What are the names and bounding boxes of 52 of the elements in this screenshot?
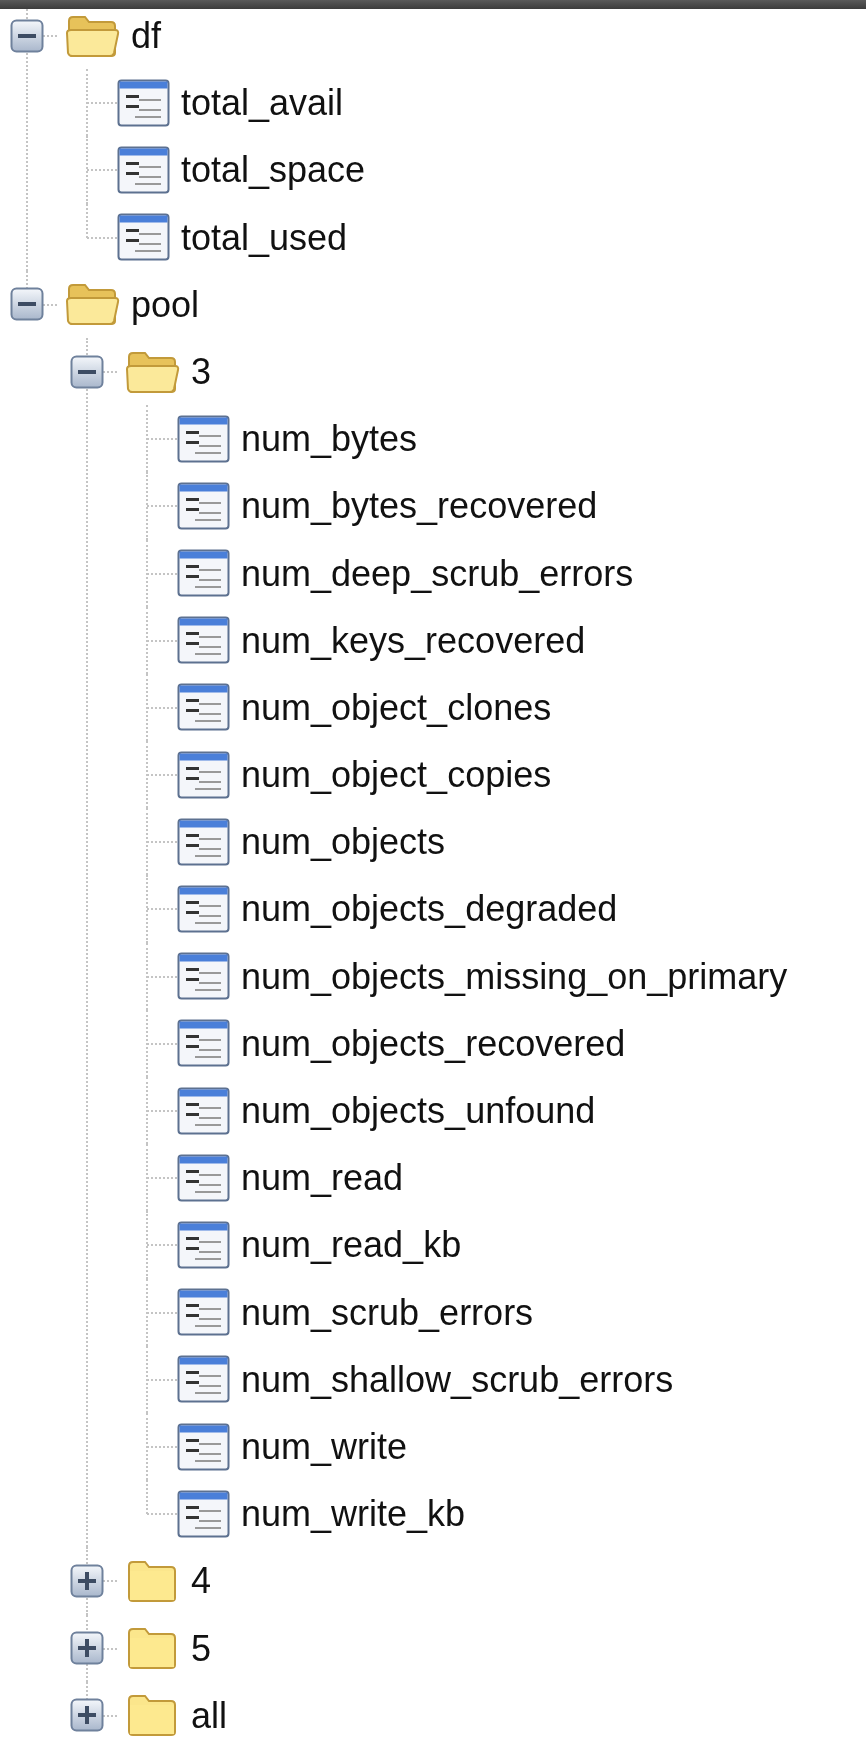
tree-item-label[interactable]: total_avail [181, 81, 344, 125]
tree-item-label[interactable]: num_objects_recovered [241, 1021, 626, 1065]
tree-item-label[interactable]: num_deep_scrub_errors [241, 551, 634, 595]
tree-item-label[interactable]: 3 [191, 349, 212, 394]
document-icon [177, 1422, 230, 1471]
tree-item-label[interactable]: 5 [191, 1626, 212, 1670]
tree-item-label[interactable]: num_bytes_recovered [241, 484, 598, 528]
tree-item-label[interactable]: num_bytes [241, 417, 418, 461]
tree-item-label[interactable]: num_read_kb [241, 1223, 462, 1267]
document-icon [177, 481, 230, 530]
expand-toggle[interactable] [70, 1698, 104, 1733]
tree-item-label[interactable]: num_write_kb [241, 1492, 466, 1536]
tree-item-label[interactable]: num_scrub_errors [241, 1290, 534, 1334]
tree-item-label[interactable]: num_shallow_scrub_errors [241, 1357, 674, 1401]
tree-item-label[interactable]: all [191, 1693, 228, 1737]
document-icon [177, 549, 230, 598]
collapse-toggle[interactable] [10, 287, 44, 322]
tree-item-label[interactable]: 4 [191, 1559, 212, 1603]
expand-toggle[interactable] [70, 1631, 104, 1666]
tree-item-label[interactable]: total_space [181, 148, 366, 192]
document-icon [177, 414, 230, 463]
document-icon [177, 750, 230, 799]
tree-item-label[interactable]: num_object_copies [241, 753, 552, 797]
tree-item-label[interactable]: pool [131, 282, 200, 326]
expand-toggle[interactable] [70, 1563, 104, 1598]
document-icon [177, 952, 230, 1001]
tree-item-label[interactable]: num_objects [241, 820, 446, 864]
tree-item-label[interactable]: num_objects_missing_on_primary [241, 954, 788, 998]
collapse-toggle[interactable] [70, 354, 104, 389]
document-icon [117, 213, 170, 262]
document-icon [177, 1288, 230, 1337]
document-icon [177, 1019, 230, 1068]
tree-item-label[interactable]: num_objects_unfound [241, 1089, 596, 1133]
document-icon [117, 145, 170, 194]
tree-item-label[interactable]: num_object_clones [241, 685, 552, 730]
tree-item-label[interactable]: num_keys_recovered [241, 618, 586, 662]
document-icon [177, 1220, 230, 1269]
document-icon [177, 1355, 230, 1404]
document-icon [177, 683, 230, 732]
collapse-toggle[interactable] [10, 18, 44, 53]
tree-item-label[interactable]: num_write [241, 1424, 408, 1469]
tree-item-label[interactable]: num_objects_degraded [241, 887, 618, 931]
tree-item-label[interactable]: num_read [241, 1156, 404, 1200]
document-icon [177, 885, 230, 934]
tree-item-label[interactable]: total_used [181, 215, 348, 259]
document-icon [117, 78, 170, 127]
document-icon [177, 1489, 230, 1538]
document-icon [177, 817, 230, 866]
document-icon [177, 1086, 230, 1135]
tree-item-label[interactable]: df [131, 14, 162, 58]
document-icon [177, 1153, 230, 1202]
document-icon [177, 616, 230, 665]
